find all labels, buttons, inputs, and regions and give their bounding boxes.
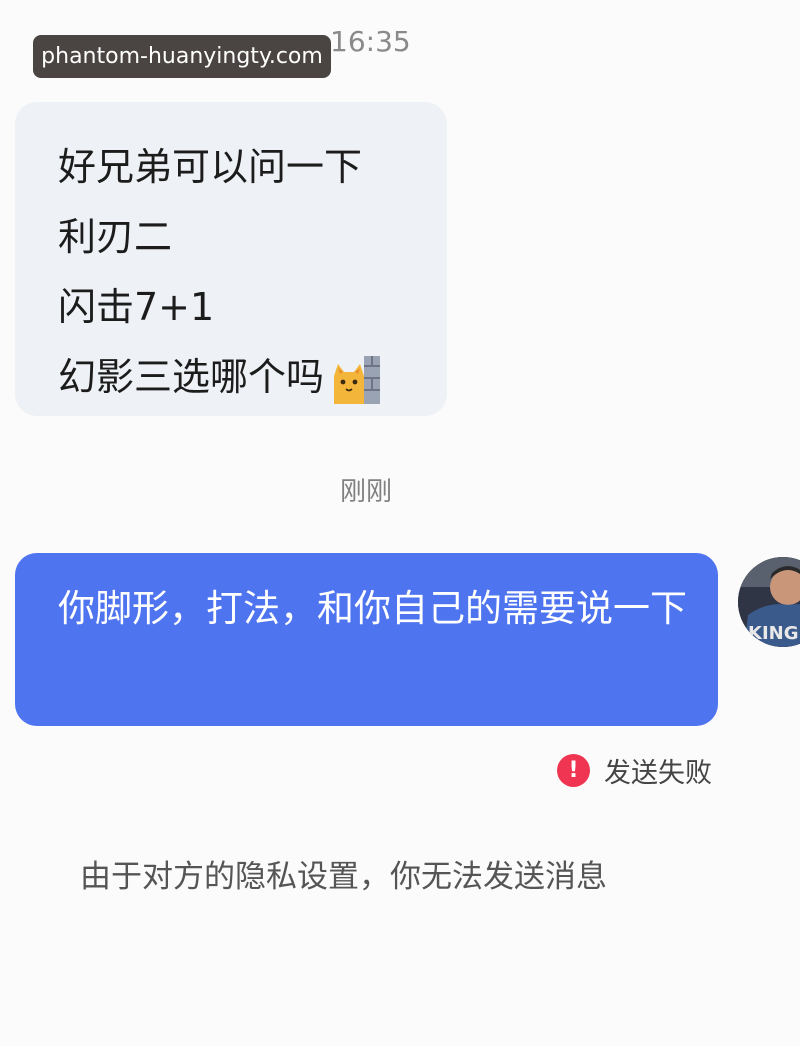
time-divider: 刚刚 [339,477,392,507]
system-notice: 由于对方的隐私设置，你无法发送消息 [80,859,607,895]
outgoing-message-bubble[interactable]: 你脚形，打法，和你自己的需要说一下 [15,553,718,726]
cat-peeking-emoji-icon [330,354,382,406]
avatar[interactable]: KING [738,557,800,647]
error-icon[interactable]: ! [557,753,590,787]
incoming-message-bubble[interactable]: 好兄弟可以问一下 利刃二 闪击7+1 幻影三选哪个吗 [15,102,447,416]
send-failed-label: 发送失败 [604,757,712,789]
message-timestamp: 16:35 [330,25,411,58]
send-failed-status[interactable]: ! 发送失败 [557,750,712,790]
message-line: 利刃二 [58,215,173,259]
message-line: 好兄弟可以问一下 [58,145,363,189]
message-line-text: 幻影三选哪个吗 [58,355,325,399]
watermark-label: phantom-huanyingty.com [33,35,331,78]
svg-text:KING: KING [748,623,798,644]
message-line: 闪击7+1 [58,285,215,329]
message-line: 幻影三选哪个吗 [58,342,447,412]
outgoing-message-text: 你脚形，打法，和你自己的需要说一下 [58,587,687,630]
